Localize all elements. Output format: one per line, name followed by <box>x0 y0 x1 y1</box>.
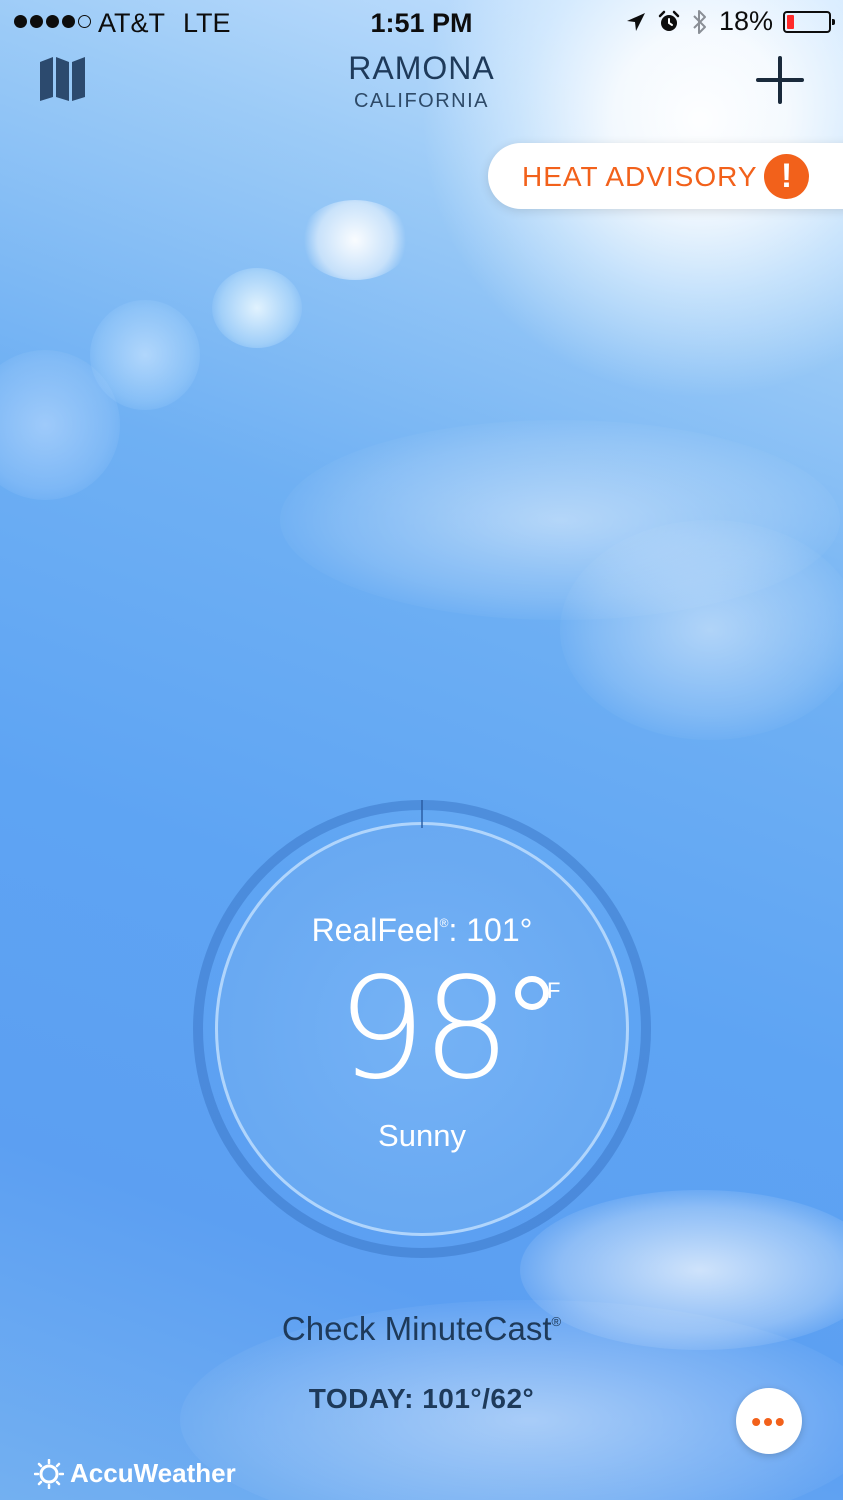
advisory-label: HEAT ADVISORY <box>522 161 758 192</box>
dial-tick <box>421 800 423 828</box>
weather-screen: AT&T LTE 1:51 PM 18% RAMONA CALIFORNIA H… <box>0 0 843 1500</box>
plus-icon <box>756 56 804 104</box>
lens-flare <box>300 200 410 280</box>
realfeel-temperature: RealFeel®: 101° <box>193 912 651 949</box>
battery-icon <box>783 10 835 33</box>
minutecast-label: Check MinuteCast <box>281 1310 552 1347</box>
sun-logo-icon <box>34 1458 64 1489</box>
city-name: RAMONA <box>348 50 495 86</box>
state-name: CALIFORNIA <box>353 90 490 112</box>
more-options-button[interactable]: ••• <box>736 1388 802 1454</box>
temperature-unit: F <box>547 978 561 1003</box>
current-temperature: 98 <box>336 948 511 1111</box>
location-arrow-icon <box>626 12 645 31</box>
weather-condition: Sunny <box>378 1118 466 1153</box>
alarm-icon <box>658 10 680 31</box>
status-icons: 18% <box>625 6 835 37</box>
degree-symbol <box>515 976 549 1010</box>
lens-flare <box>90 300 200 410</box>
status-bar: AT&T LTE 1:51 PM 18% <box>0 0 843 46</box>
minutecast-link[interactable]: Check MinuteCast® <box>0 1310 843 1348</box>
heat-advisory-banner[interactable]: HEAT ADVISORY ! <box>488 143 843 209</box>
cloud <box>560 520 843 740</box>
realfeel-value: : 101° <box>448 912 533 948</box>
add-location-button[interactable] <box>754 54 806 106</box>
alert-icon: ! <box>764 154 809 199</box>
accuweather-logo: AccuWeather <box>34 1458 236 1489</box>
battery-percent: 18% <box>718 6 773 36</box>
realfeel-label: RealFeel <box>311 912 440 948</box>
bluetooth-icon <box>693 9 706 34</box>
cloud <box>280 420 840 620</box>
more-dots-icon: ••• <box>751 1406 787 1437</box>
lens-flare <box>212 268 302 348</box>
today-high-low: TODAY: 101°/62° <box>308 1383 535 1414</box>
current-conditions-dial[interactable]: RealFeel®: 101° 98 F Sunny <box>193 800 651 1258</box>
lens-flare <box>0 350 120 500</box>
brand-name: AccuWeather <box>70 1458 236 1488</box>
registered-mark: ® <box>551 1314 562 1329</box>
registered-mark: ® <box>439 916 449 930</box>
